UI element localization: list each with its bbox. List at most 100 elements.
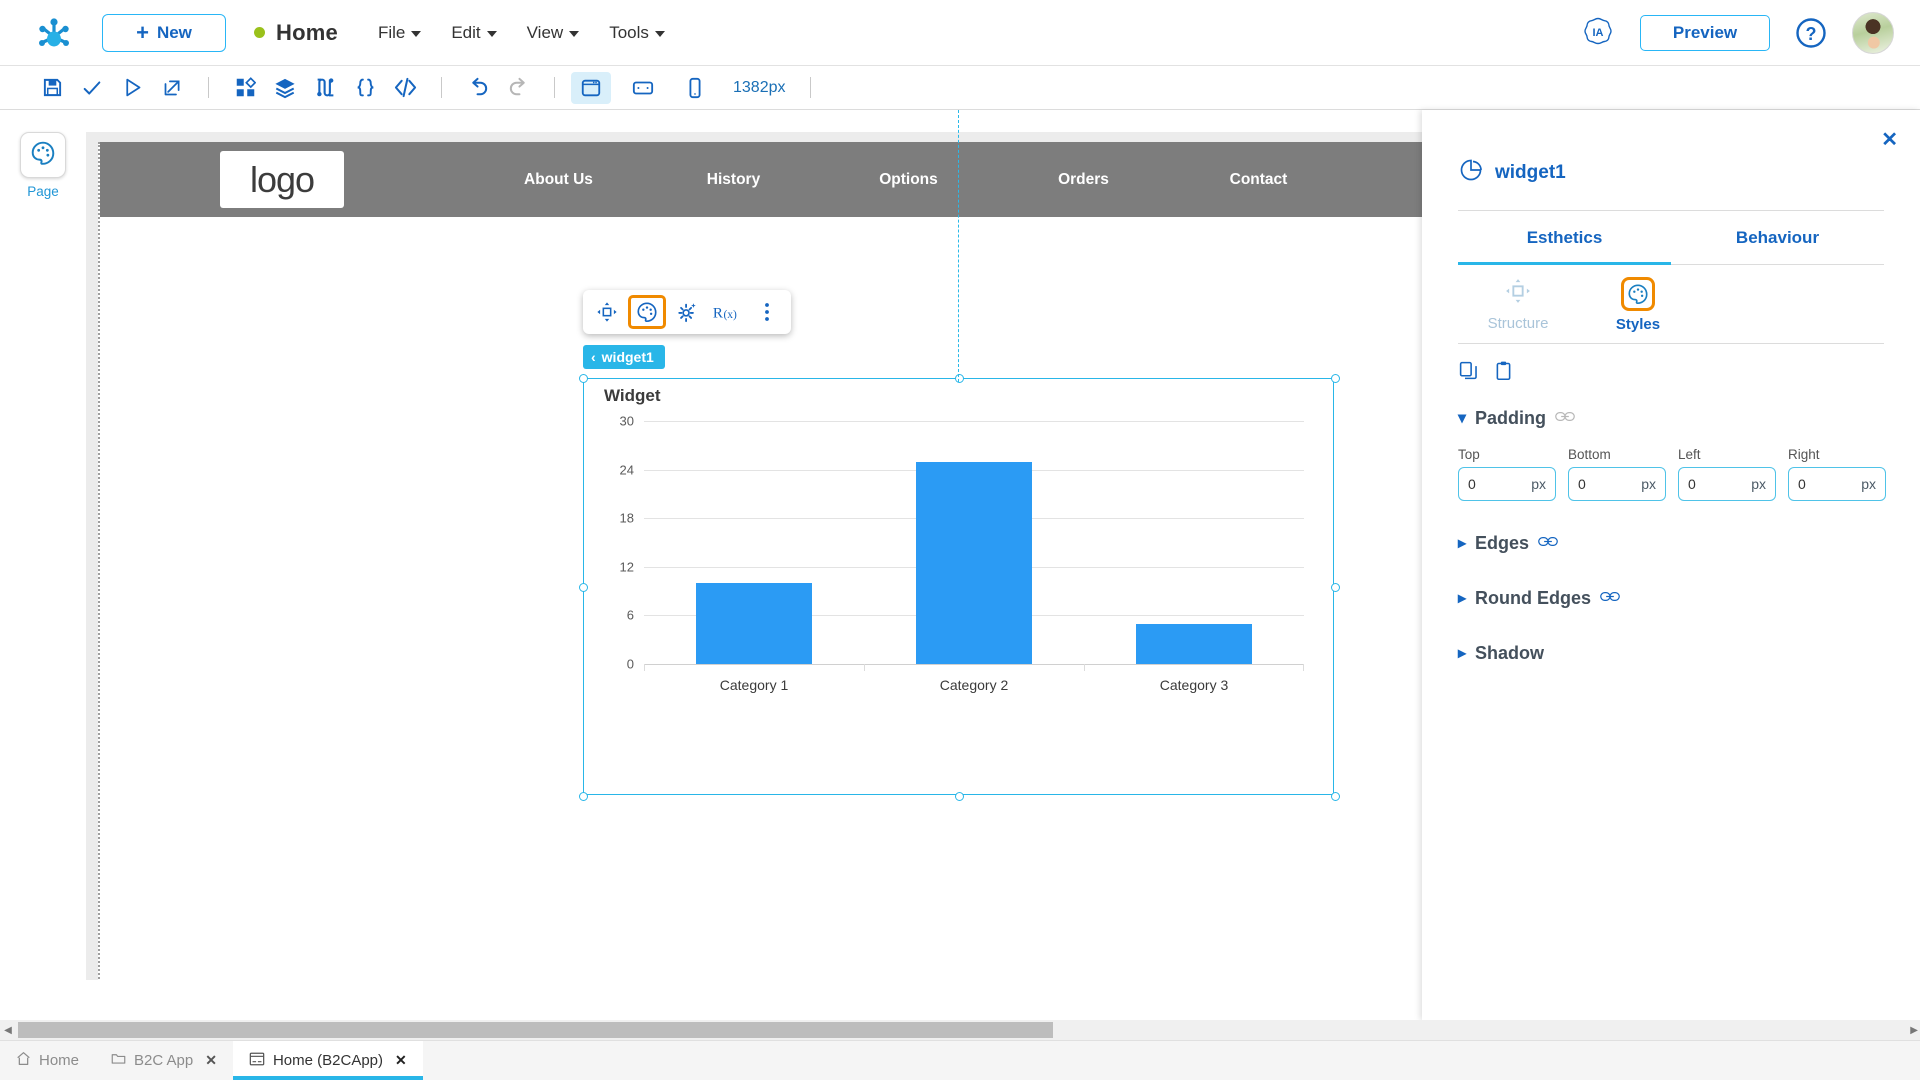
- bottom-tab-home-label: Home: [39, 1052, 80, 1069]
- nav-item-about-us[interactable]: About Us: [471, 171, 646, 189]
- resize-handle-top-left[interactable]: [579, 374, 588, 383]
- padding-bottom-field: Bottom 0 px: [1568, 447, 1666, 501]
- scrollbar-thumb[interactable]: [18, 1022, 1053, 1038]
- layers-icon[interactable]: [265, 72, 305, 104]
- resize-handle-top-center[interactable]: [955, 374, 964, 383]
- widget-float-toolbar: R (x): [583, 290, 791, 334]
- save-icon[interactable]: [32, 72, 72, 104]
- resize-handle-middle-left[interactable]: [579, 583, 588, 592]
- panel-title: widget1: [1460, 158, 1920, 188]
- padding-right-value: 0: [1798, 476, 1806, 492]
- padding-top-input[interactable]: 0 px: [1458, 467, 1556, 501]
- move-icon[interactable]: [588, 295, 626, 329]
- close-icon[interactable]: ✕: [1881, 130, 1898, 150]
- scroll-right-arrow-icon[interactable]: ▶: [1910, 1025, 1918, 1036]
- avatar[interactable]: [1852, 11, 1894, 54]
- resize-handle-bottom-center[interactable]: [955, 792, 964, 801]
- padding-left-value: 0: [1688, 476, 1696, 492]
- resize-handle-bottom-right[interactable]: [1331, 792, 1340, 801]
- check-icon[interactable]: [72, 72, 112, 104]
- panel-actions: [1458, 360, 1920, 386]
- nav-item-contact[interactable]: Contact: [1171, 171, 1346, 189]
- section-round-edges[interactable]: ▸ Round Edges: [1458, 588, 1920, 609]
- close-icon[interactable]: ✕: [395, 1052, 407, 1069]
- preview-button[interactable]: Preview: [1640, 14, 1770, 51]
- page-tool-button[interactable]: [20, 132, 66, 178]
- section-padding[interactable]: ▾ Padding: [1458, 408, 1920, 429]
- padding-right-unit: px: [1861, 476, 1876, 492]
- new-button[interactable]: + New: [102, 13, 226, 52]
- menu-edit[interactable]: Edit: [451, 23, 497, 43]
- undo-icon[interactable]: [458, 72, 498, 104]
- svg-text:R: R: [713, 305, 723, 321]
- new-button-label: New: [156, 22, 192, 42]
- publish-icon[interactable]: [152, 72, 192, 104]
- ia-badge-icon[interactable]: IA: [1580, 15, 1616, 51]
- frog-logo-icon[interactable]: [32, 12, 76, 54]
- close-icon[interactable]: ✕: [205, 1052, 217, 1069]
- more-vertical-icon[interactable]: [748, 295, 786, 329]
- horizontal-scrollbar[interactable]: ◀ ▶: [0, 1020, 1920, 1040]
- menu-view[interactable]: View: [527, 23, 580, 43]
- nav-item-history[interactable]: History: [646, 171, 821, 189]
- data-flow-icon[interactable]: [305, 72, 345, 104]
- nav-item-orders[interactable]: Orders: [996, 171, 1171, 189]
- settings-sparkle-icon[interactable]: [668, 295, 706, 329]
- padding-right-input[interactable]: 0 px: [1788, 467, 1886, 501]
- mobile-view-icon[interactable]: [675, 72, 715, 104]
- editor-toolbar: 1382px: [0, 66, 1920, 110]
- paste-icon[interactable]: [1493, 360, 1514, 386]
- svg-text:IA: IA: [1593, 27, 1604, 39]
- site-header[interactable]: logo About Us History Options Orders Con…: [100, 142, 1422, 217]
- section-edges[interactable]: ▸ Edges: [1458, 533, 1920, 554]
- zoom-width-label[interactable]: 1382px: [733, 79, 786, 97]
- redo-icon[interactable]: [498, 72, 538, 104]
- chevron-down-icon: ▾: [1458, 409, 1467, 427]
- copy-icon[interactable]: [1458, 360, 1479, 386]
- resize-handle-middle-right[interactable]: [1331, 583, 1340, 592]
- bottom-tab-home[interactable]: Home: [0, 1041, 95, 1080]
- run-icon[interactable]: [112, 72, 152, 104]
- padding-right-field: Right 0 px: [1788, 447, 1886, 501]
- scroll-left-arrow-icon[interactable]: ◀: [0, 1025, 16, 1036]
- bottom-tab-home-b2capp[interactable]: Home (B2CApp) ✕: [232, 1041, 423, 1080]
- code-icon[interactable]: [385, 72, 425, 104]
- menu-view-label: View: [526, 22, 564, 42]
- palette-icon[interactable]: [628, 295, 666, 329]
- left-rail: Page: [0, 110, 86, 1020]
- question-circle-icon[interactable]: ?: [1794, 16, 1828, 50]
- subtab-styles[interactable]: Styles: [1578, 277, 1698, 333]
- subtab-structure-label: Structure: [1487, 315, 1549, 332]
- padding-bottom-input[interactable]: 0 px: [1568, 467, 1666, 501]
- nav-item-options[interactable]: Options: [821, 171, 996, 189]
- resize-handle-top-right[interactable]: [1331, 374, 1340, 383]
- tab-esthetics[interactable]: Esthetics: [1458, 211, 1671, 265]
- menu-file[interactable]: File: [378, 23, 422, 43]
- bottom-tab-b2c-app-label: B2C App: [134, 1052, 194, 1069]
- tablet-view-icon[interactable]: [623, 72, 663, 104]
- section-edges-label: Edges: [1475, 533, 1530, 553]
- svg-text:(x): (x): [723, 309, 737, 321]
- widget-name-tag[interactable]: ‹ widget1: [583, 345, 665, 369]
- home-icon: [16, 1051, 31, 1070]
- subtab-structure[interactable]: Structure: [1458, 277, 1578, 333]
- bottom-tab-b2c-app[interactable]: B2C App ✕: [95, 1041, 233, 1080]
- menu-tools-label: Tools: [609, 22, 649, 42]
- desktop-view-icon[interactable]: [571, 71, 611, 104]
- section-padding-label: Padding: [1475, 408, 1547, 428]
- link-icon[interactable]: [1555, 410, 1575, 428]
- menu-tools[interactable]: Tools: [609, 23, 665, 43]
- link-icon[interactable]: [1538, 535, 1558, 553]
- components-icon[interactable]: [225, 72, 265, 104]
- padding-left-input[interactable]: 0 px: [1678, 467, 1776, 501]
- rx-function-icon[interactable]: R (x): [708, 295, 746, 329]
- padding-top-label: Top: [1458, 447, 1480, 462]
- json-icon[interactable]: [345, 72, 385, 104]
- section-shadow[interactable]: ▸ Shadow: [1458, 643, 1920, 664]
- link-icon[interactable]: [1600, 590, 1620, 608]
- preview-button-label: Preview: [1672, 22, 1738, 42]
- tab-behaviour[interactable]: Behaviour: [1671, 211, 1884, 265]
- menu-bar: File Edit View Tools: [378, 23, 665, 43]
- resize-handle-bottom-left[interactable]: [579, 792, 588, 801]
- site-logo[interactable]: logo: [220, 151, 344, 208]
